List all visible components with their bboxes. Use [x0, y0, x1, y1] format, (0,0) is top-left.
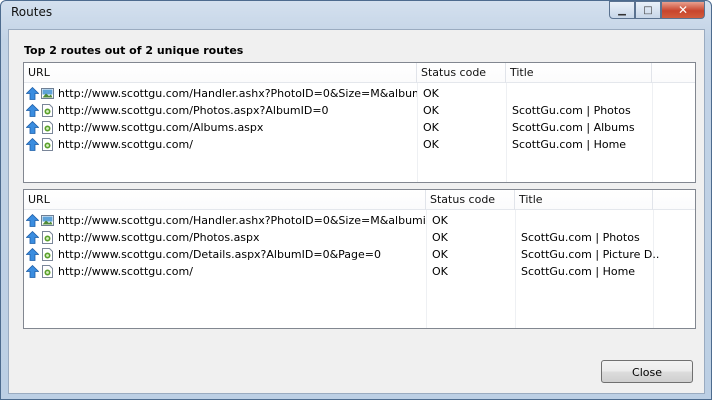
- close-icon: ✕: [677, 3, 689, 17]
- image-file-icon: [41, 214, 54, 227]
- table-row[interactable]: http://www.scottgu.com/Albums.aspx OK Scot…: [24, 119, 695, 136]
- caption-buttons: ▁ □ ✕: [609, 1, 705, 19]
- url-cell: http://www.scottgu.com/: [24, 136, 417, 153]
- url-cell: http://www.scottgu.com/Handler.ashx?Phot…: [24, 85, 417, 102]
- window-title: Routes: [11, 5, 53, 19]
- status-code-cell: OK: [423, 121, 439, 134]
- url-cell: http://www.scottgu.com/Handler.ashx?Phot…: [24, 212, 426, 229]
- minimize-button[interactable]: ▁: [609, 1, 635, 19]
- page-file-icon: [41, 248, 54, 261]
- table-row[interactable]: http://www.scottgu.com/Details.aspx?Albu…: [24, 246, 695, 263]
- url-text: http://www.scottgu.com/Details.aspx?Albu…: [58, 248, 381, 261]
- column-header-status-code[interactable]: Status code: [426, 190, 515, 210]
- up-arrow-icon: [25, 264, 40, 278]
- url-text: http://www.scottgu.com/Photos.aspx?Album…: [58, 104, 329, 117]
- route-list-1[interactable]: URL Status code Title http://www.scottgu…: [23, 62, 696, 183]
- status-code-cell: OK: [432, 214, 448, 227]
- url-text: http://www.scottgu.com/Albums.aspx: [58, 121, 264, 134]
- table-row[interactable]: http://www.scottgu.com/OK ScottGu.com | H…: [24, 263, 695, 280]
- table-row[interactable]: http://www.scottgu.com/Handler.ashx?Phot…: [24, 212, 695, 229]
- title-cell: ScottGu.com | Photos: [512, 104, 631, 117]
- title-cell: ScottGu.com | Albums: [512, 121, 635, 134]
- url-cell: http://www.scottgu.com/Details.aspx?Albu…: [24, 246, 426, 263]
- page-file-icon: [41, 121, 54, 134]
- table-row[interactable]: http://www.scottgu.com/OK ScottGu.com | H…: [24, 136, 695, 153]
- url-text: http://www.scottgu.com/Handler.ashx?Phot…: [58, 214, 426, 227]
- column-header-url[interactable]: URL: [24, 190, 426, 210]
- column-header-title[interactable]: Title: [515, 190, 653, 210]
- url-cell: http://www.scottgu.com/Albums.aspx: [24, 119, 417, 136]
- column-header-title[interactable]: Title: [506, 63, 652, 83]
- status-code-cell: OK: [432, 265, 448, 278]
- status-code-cell: OK: [432, 231, 448, 244]
- image-file-icon: [41, 87, 54, 100]
- status-code-cell: OK: [423, 104, 439, 117]
- page-file-icon: [41, 231, 54, 244]
- column-header-url[interactable]: URL: [24, 63, 417, 83]
- up-arrow-icon: [25, 230, 40, 244]
- status-code-cell: OK: [423, 138, 439, 151]
- maximize-button[interactable]: □: [635, 1, 661, 19]
- routes-summary: Top 2 routes out of 2 unique routes: [24, 44, 244, 57]
- table-row[interactable]: http://www.scottgu.com/Handler.ashx?Phot…: [24, 85, 695, 102]
- route-list-2-header: URL Status code Title: [24, 190, 695, 210]
- close-button[interactable]: Close: [601, 360, 693, 383]
- route-list-1-header: URL Status code Title: [24, 63, 695, 83]
- window-close-button[interactable]: ✕: [661, 1, 705, 19]
- routes-window: Routes ▁ □ ✕ Top 2 routes out of 2 uniqu…: [0, 0, 712, 400]
- up-arrow-icon: [25, 103, 40, 117]
- page-file-icon: [41, 265, 54, 278]
- page-file-icon: [41, 138, 54, 151]
- title-cell: [512, 85, 650, 102]
- title-cell: [521, 212, 659, 229]
- table-row[interactable]: http://www.scottgu.com/Photos.aspx?Album…: [24, 102, 695, 119]
- url-text: http://www.scottgu.com/: [58, 265, 193, 278]
- page-file-icon: [41, 104, 54, 117]
- status-code-cell: OK: [432, 248, 448, 261]
- url-text: http://www.scottgu.com/: [58, 138, 193, 151]
- url-text: http://www.scottgu.com/Handler.ashx?Phot…: [58, 87, 417, 100]
- url-cell: http://www.scottgu.com/Photos.aspx: [24, 229, 426, 246]
- title-cell: ScottGu.com | Home: [512, 138, 627, 151]
- title-cell: ScottGu.com | Photos: [521, 231, 640, 244]
- title-cell: ScottGu.com | Picture D...: [521, 248, 659, 261]
- url-text: http://www.scottgu.com/Photos.aspx: [58, 231, 260, 244]
- url-cell: http://www.scottgu.com/: [24, 263, 426, 280]
- up-arrow-icon: [25, 120, 40, 134]
- up-arrow-icon: [25, 137, 40, 151]
- column-header-status-code[interactable]: Status code: [417, 63, 506, 83]
- url-cell: http://www.scottgu.com/Photos.aspx?Album…: [24, 102, 417, 119]
- up-arrow-icon: [25, 247, 40, 261]
- minimize-icon: ▁: [618, 4, 626, 16]
- dialog-client-area: Top 2 routes out of 2 unique routes URL …: [8, 29, 705, 394]
- status-code-cell: OK: [423, 87, 439, 100]
- up-arrow-icon: [25, 213, 40, 227]
- title-cell: ScottGu.com | Home: [521, 265, 636, 278]
- maximize-icon: □: [643, 4, 653, 16]
- route-list-2[interactable]: URL Status code Title http://www.scottgu…: [23, 189, 696, 329]
- table-row[interactable]: http://www.scottgu.com/Photos.aspx OK Scot…: [24, 229, 695, 246]
- up-arrow-icon: [25, 86, 40, 100]
